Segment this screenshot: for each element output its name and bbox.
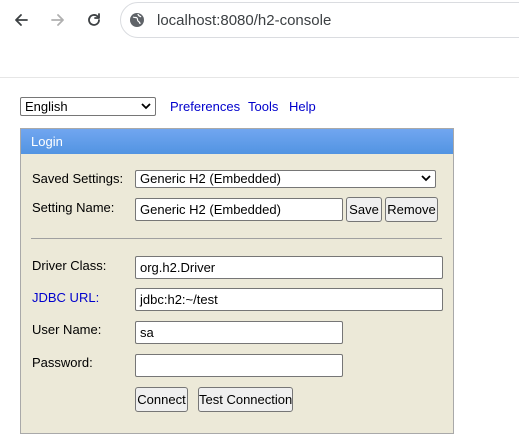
globe-icon (130, 13, 144, 27)
user-name-label: User Name: (32, 322, 102, 337)
driver-class-label: Driver Class: (32, 258, 107, 273)
save-button[interactable]: Save (346, 197, 382, 222)
saved-settings-value: Generic H2 (Embedded) (140, 171, 281, 186)
setting-name-input[interactable]: Generic H2 (Embedded) (135, 198, 343, 221)
password-input[interactable] (135, 354, 343, 377)
language-select[interactable]: English (20, 97, 156, 116)
chevron-down-icon (421, 175, 431, 182)
jdbc-url-link[interactable]: JDBC URL: (32, 290, 99, 305)
connect-button[interactable]: Connect (135, 387, 188, 412)
form-divider (31, 238, 442, 239)
setting-name-label: Setting Name: (32, 200, 115, 215)
saved-settings-select[interactable]: Generic H2 (Embedded) (135, 170, 436, 188)
reload-button[interactable] (82, 8, 106, 32)
login-title: Login (21, 129, 453, 154)
url-text: localhost:8080/h2-console (157, 12, 332, 29)
address-bar[interactable]: localhost:8080/h2-console (120, 2, 519, 38)
password-label: Password: (32, 355, 93, 370)
test-connection-button[interactable]: Test Connection (198, 387, 293, 412)
saved-settings-label: Saved Settings: (32, 171, 124, 186)
user-name-input[interactable]: sa (135, 321, 343, 344)
browser-toolbar: localhost:8080/h2-console (0, 0, 519, 40)
login-panel: Login Saved Settings: Generic H2 (Embedd… (20, 128, 454, 434)
forward-button[interactable] (46, 8, 70, 32)
chevron-down-icon (141, 103, 151, 110)
arrow-left-icon (15, 14, 28, 26)
jdbc-url-input[interactable]: jdbc:h2:~/test (135, 288, 443, 311)
tools-link[interactable]: Tools (248, 99, 278, 114)
language-select-value: English (25, 99, 68, 114)
reload-icon (88, 13, 100, 26)
arrow-right-icon (51, 14, 64, 26)
help-link[interactable]: Help (289, 99, 316, 114)
page-divider (0, 77, 519, 78)
remove-button[interactable]: Remove (385, 197, 438, 222)
driver-class-input[interactable]: org.h2.Driver (135, 256, 443, 279)
preferences-link[interactable]: Preferences (170, 99, 240, 114)
back-button[interactable] (9, 8, 33, 32)
